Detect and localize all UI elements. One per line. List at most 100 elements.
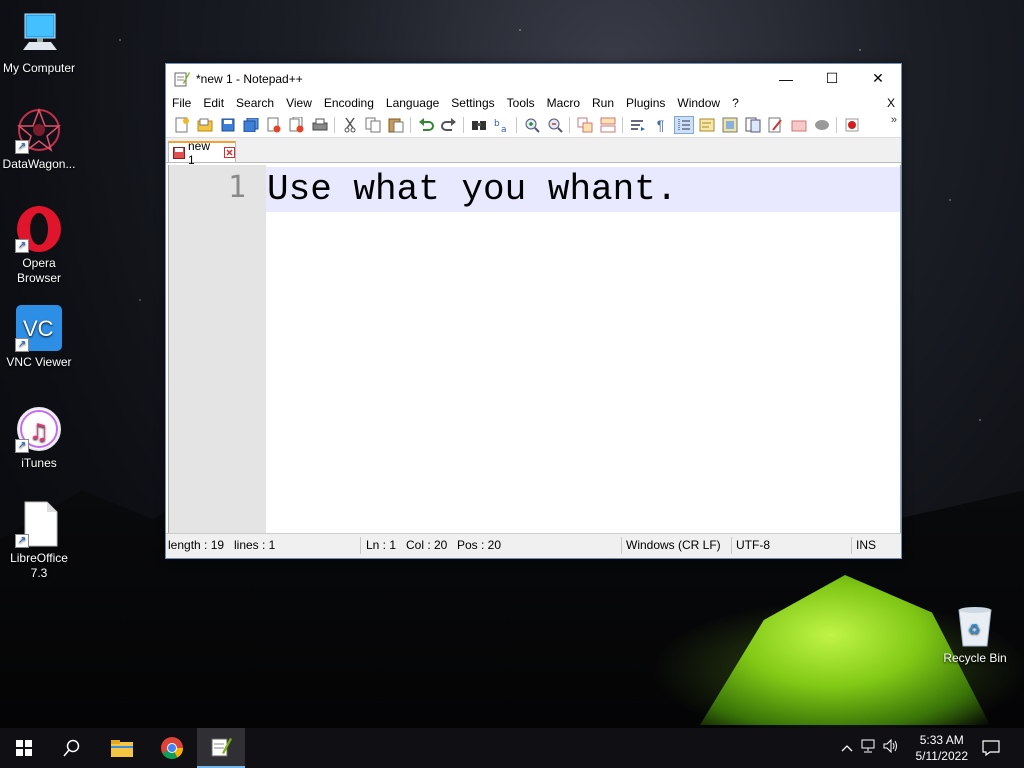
- macro-icon[interactable]: [813, 117, 831, 133]
- menu-window[interactable]: Window: [677, 96, 726, 110]
- function-list-icon[interactable]: [744, 117, 762, 133]
- notepadpp-icon: [211, 738, 232, 757]
- close-file-icon[interactable]: [265, 117, 283, 133]
- chevron-up-icon[interactable]: [838, 741, 856, 755]
- replace-icon[interactable]: ba: [493, 117, 511, 133]
- indent-guide-icon[interactable]: [673, 116, 694, 134]
- menu-tools[interactable]: Tools: [507, 96, 541, 110]
- clock-time: 5:33 AM: [919, 733, 964, 747]
- notepadpp-window: *new 1 - Notepad++ — ☐ ✕ File Edit Searc…: [165, 63, 902, 559]
- document-map-icon[interactable]: [721, 117, 739, 133]
- window-title: *new 1 - Notepad++: [196, 71, 303, 86]
- new-file-icon[interactable]: [173, 117, 191, 133]
- close-document-button[interactable]: X: [887, 96, 895, 110]
- editor-text-line[interactable]: Use what you whant.: [267, 169, 677, 210]
- taskbar-notepadpp[interactable]: [197, 728, 245, 768]
- copy-icon[interactable]: [364, 117, 382, 133]
- taskbar-file-explorer[interactable]: [98, 728, 146, 768]
- close-all-icon[interactable]: [288, 117, 306, 133]
- desktop-icon-opera[interactable]: ↗ Opera Browser: [1, 205, 77, 286]
- shortcut-arrow-icon: ↗: [15, 439, 29, 453]
- window-titlebar[interactable]: *new 1 - Notepad++ — ☐ ✕: [166, 64, 901, 93]
- taskbar: 5:33 AM 5/11/2022: [0, 728, 1024, 768]
- menu-language[interactable]: Language: [386, 96, 445, 110]
- tab-new-1[interactable]: new 1: [168, 139, 236, 167]
- svg-text:b: b: [494, 119, 500, 129]
- taskbar-chrome[interactable]: [148, 728, 196, 768]
- network-icon[interactable]: [856, 739, 880, 758]
- status-insert-mode[interactable]: INS: [856, 538, 876, 552]
- desktop-icon-my-computer[interactable]: My Computer: [1, 10, 77, 76]
- action-center-icon: [982, 740, 1000, 756]
- sync-horizontal-icon[interactable]: [599, 117, 617, 133]
- menu-bar: File Edit Search View Encoding Language …: [166, 93, 901, 113]
- zoom-in-icon[interactable]: [523, 117, 541, 133]
- menu-edit[interactable]: Edit: [203, 96, 230, 110]
- desktop-icon-label: LibreOffice 7.3: [10, 551, 68, 580]
- status-bar: length : 19 lines : 1 Ln : 1 Col : 20 Po…: [166, 533, 901, 558]
- save-icon[interactable]: [219, 117, 237, 133]
- toolbar-separator: [516, 117, 517, 133]
- vnc-icon: VC ↗: [15, 304, 63, 352]
- cut-icon[interactable]: [341, 117, 359, 133]
- folder-as-workspace-icon[interactable]: [767, 117, 785, 133]
- taskbar-clock[interactable]: 5:33 AM 5/11/2022: [916, 732, 969, 764]
- menu-file[interactable]: File: [172, 96, 197, 110]
- editor-area[interactable]: 1 Use what you whant.: [168, 165, 901, 533]
- redo-icon[interactable]: [440, 117, 458, 133]
- desktop-icon-libreoffice[interactable]: ↗ LibreOffice 7.3: [1, 500, 77, 581]
- desktop-icon-label: DataWagon...: [2, 157, 76, 171]
- line-number: 1: [227, 170, 246, 205]
- sync-vertical-icon[interactable]: [576, 117, 594, 133]
- minimize-button[interactable]: —: [763, 64, 809, 93]
- menu-help[interactable]: ?: [732, 96, 745, 110]
- clock-date: 5/11/2022: [915, 749, 969, 763]
- menu-search[interactable]: Search: [236, 96, 280, 110]
- notifications-button[interactable]: [968, 728, 1014, 768]
- close-button[interactable]: ✕: [855, 64, 901, 93]
- find-icon[interactable]: [470, 117, 488, 133]
- search-button[interactable]: [48, 728, 96, 768]
- print-icon[interactable]: [311, 117, 329, 133]
- zoom-out-icon[interactable]: [546, 117, 564, 133]
- open-file-icon[interactable]: [196, 117, 214, 133]
- start-button[interactable]: [0, 728, 48, 768]
- desktop-icon-vnc-viewer[interactable]: VC ↗ VNC Viewer: [1, 304, 77, 370]
- desktop-icon-datawagon[interactable]: ↗ DataWagon...: [1, 106, 77, 172]
- maximize-button[interactable]: ☐: [809, 64, 855, 93]
- menu-encoding[interactable]: Encoding: [324, 96, 380, 110]
- toolbar-separator: [569, 117, 570, 133]
- volume-icon[interactable]: [880, 738, 902, 758]
- tab-close-icon[interactable]: [224, 147, 235, 158]
- menu-run[interactable]: Run: [592, 96, 620, 110]
- word-wrap-icon[interactable]: [629, 117, 647, 133]
- status-column: Col : 20: [406, 538, 448, 552]
- svg-text:a: a: [501, 125, 507, 133]
- desktop-icon-label: My Computer: [2, 61, 76, 75]
- shortcut-arrow-icon: ↗: [15, 534, 29, 548]
- monitoring-icon[interactable]: [790, 117, 808, 133]
- toolbar-overflow-icon[interactable]: »: [891, 114, 897, 126]
- toolbar-separator: [622, 117, 623, 133]
- desktop-icon-recycle-bin[interactable]: ♻ Recycle Bin: [938, 604, 1012, 665]
- toolbar: ba ¶ »: [166, 113, 901, 138]
- toolbar-separator: [463, 117, 464, 133]
- user-language-icon[interactable]: [698, 117, 716, 133]
- save-all-icon[interactable]: [242, 117, 260, 133]
- paste-icon[interactable]: [387, 117, 405, 133]
- status-eol[interactable]: Windows (CR LF): [626, 538, 721, 552]
- menu-view[interactable]: View: [286, 96, 318, 110]
- toolbar-separator: [334, 117, 335, 133]
- menu-settings[interactable]: Settings: [451, 96, 500, 110]
- menu-plugins[interactable]: Plugins: [626, 96, 671, 110]
- status-separator: [731, 537, 732, 554]
- record-macro-icon[interactable]: [843, 117, 861, 133]
- status-encoding[interactable]: UTF-8: [736, 538, 770, 552]
- status-separator: [851, 537, 852, 554]
- svg-text:♻: ♻: [968, 622, 981, 638]
- desktop-icon-label: VNC Viewer: [6, 355, 72, 369]
- show-all-chars-icon[interactable]: ¶: [652, 117, 670, 133]
- undo-icon[interactable]: [417, 117, 435, 133]
- desktop-icon-itunes[interactable]: ♫ ↗ iTunes: [1, 405, 77, 471]
- menu-macro[interactable]: Macro: [547, 96, 586, 110]
